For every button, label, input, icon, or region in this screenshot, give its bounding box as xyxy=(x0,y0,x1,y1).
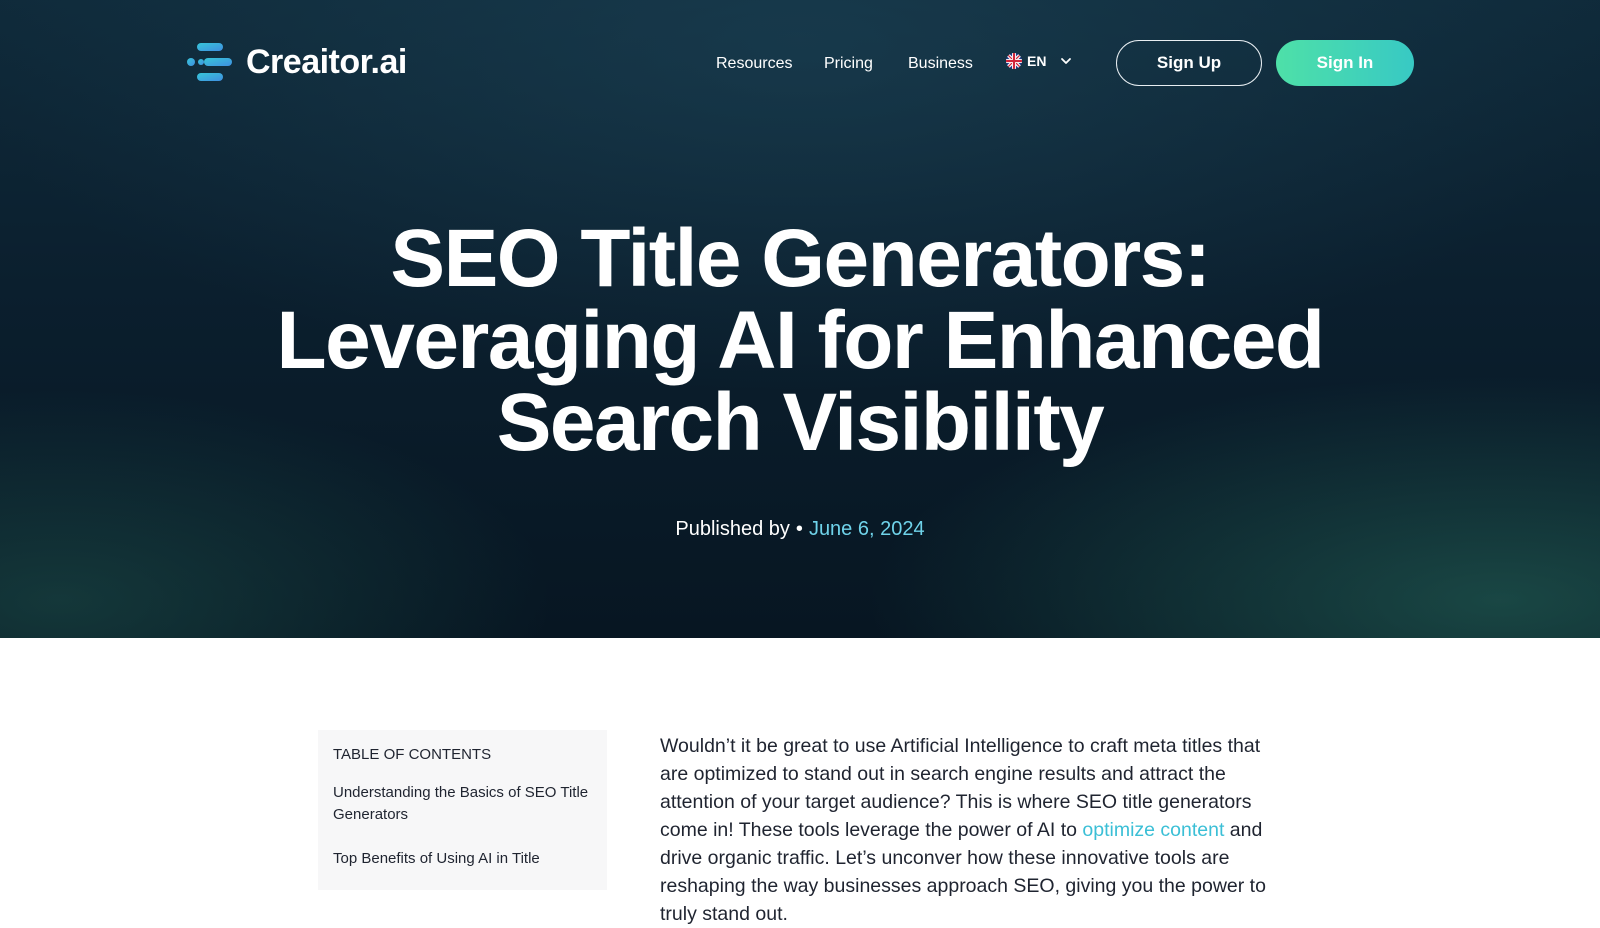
chevron-down-icon xyxy=(1061,58,1072,64)
table-of-contents: TABLE OF CONTENTS Understanding the Basi… xyxy=(318,730,607,890)
title-line-1: SEO Title Generators: xyxy=(390,213,1211,304)
hero-section: Creaitor.ai Resources Pricing Business E… xyxy=(0,0,1600,638)
published-by-label: Published by xyxy=(675,518,790,540)
uk-flag-icon xyxy=(1006,53,1022,69)
publish-meta: Published by • June 6, 2024 xyxy=(0,516,1600,542)
nav-link-pricing[interactable]: Pricing xyxy=(824,54,873,74)
publish-date: June 6, 2024 xyxy=(808,518,925,540)
creaitor-logo-icon xyxy=(187,43,232,81)
toc-heading: TABLE OF CONTENTS xyxy=(333,746,492,763)
nav-link-business[interactable]: Business xyxy=(908,54,973,74)
page-title: SEO Title Generators: Leveraging AI for … xyxy=(200,218,1400,464)
meta-separator: • xyxy=(795,518,803,540)
title-line-2: Leveraging AI for Enhanced xyxy=(276,295,1325,386)
language-selector[interactable]: EN xyxy=(1006,53,1072,69)
title-line-3: Search Visibility xyxy=(496,377,1105,468)
brand-name: Creaitor.ai xyxy=(246,43,407,81)
nav-link-resources[interactable]: Resources xyxy=(716,54,792,74)
intro-paragraph: Wouldn’t it be great to use Artificial I… xyxy=(660,732,1280,928)
brand-logo[interactable]: Creaitor.ai xyxy=(186,40,407,84)
language-code: EN xyxy=(1027,53,1047,69)
sign-up-button[interactable]: Sign Up xyxy=(1116,40,1262,86)
toc-item[interactable]: Top Benefits of Using AI in Title xyxy=(333,848,593,870)
optimize-content-link[interactable]: optimize content xyxy=(1082,819,1224,841)
sign-in-button[interactable]: Sign In xyxy=(1276,40,1414,86)
toc-item[interactable]: Understanding the Basics of SEO Title Ge… xyxy=(333,782,593,826)
top-nav: Creaitor.ai Resources Pricing Business E… xyxy=(0,0,1600,128)
article-body: Wouldn’t it be great to use Artificial I… xyxy=(660,732,1280,928)
